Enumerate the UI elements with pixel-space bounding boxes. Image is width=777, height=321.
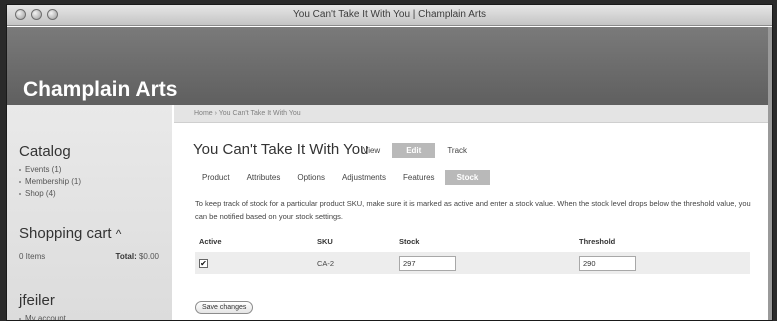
subtab-attributes[interactable]: Attributes [240,170,288,185]
threshold-cell [575,252,750,274]
catalog-item-membership[interactable]: Membership (1) [19,176,81,188]
save-changes-button[interactable]: Save changes [195,301,254,314]
table-row: ✔ CA-2 [195,252,750,274]
cart-summary: 0 Items Total: $0.00 [19,252,159,261]
site-name[interactable]: Champlain Arts [23,78,177,102]
title-bar: You Can't Take It With You | Champlain A… [7,5,772,26]
stock-help-text: To keep track of stock for a particular … [195,199,751,221]
subtab-adjustments[interactable]: Adjustments [335,170,393,185]
user-heading: jfeiler [19,292,55,309]
column-header-stock: Stock [399,237,420,246]
subtab-product[interactable]: Product [195,170,237,185]
scrollbar[interactable] [768,27,772,320]
tab-edit[interactable]: Edit [392,143,436,158]
secondary-tabs: Product Attributes Options Adjustments F… [195,170,491,185]
cart-total-value: $0.00 [138,252,159,261]
threshold-input[interactable] [579,255,636,271]
caret-up-icon[interactable]: ^ [116,227,122,241]
table-header-row: Active SKU Stock Threshold [195,231,750,252]
breadcrumb-bar: Home › You Can't Take It With You [174,105,772,123]
cart-total: Total: $0.00 [116,252,159,261]
catalog-list: Events (1) Membership (1) Shop (4) [19,164,81,200]
shopping-cart-block: Shopping cart ^ 0 Items Total: $0.00 [19,225,159,261]
shopping-cart-title: Shopping cart [19,225,112,242]
active-checkbox[interactable]: ✔ [199,258,208,268]
column-header-active: Active [199,237,222,246]
subtab-features[interactable]: Features [396,170,442,185]
sku-cell: CA-2 [313,252,395,274]
subtab-stock[interactable]: Stock [444,170,491,185]
catalog-heading: Catalog [19,143,71,160]
my-account-link[interactable]: My account [19,313,66,320]
page-title: You Can't Take It With You [193,141,369,158]
column-header-threshold: Threshold [579,237,616,246]
stock-input[interactable] [399,255,456,271]
tab-view[interactable]: View [357,143,386,158]
shopping-cart-heading[interactable]: Shopping cart ^ [19,225,159,242]
breadcrumb[interactable]: Home › You Can't Take It With You [194,110,301,117]
user-menu: My account [19,313,66,320]
catalog-block: Catalog Events (1) Membership (1) Shop (… [19,143,81,200]
tab-track[interactable]: Track [441,143,473,158]
stock-cell [395,252,575,274]
subtab-options[interactable]: Options [290,170,332,185]
user-block: jfeiler My account [19,292,66,320]
main-content: Home › You Can't Take It With You You Ca… [174,105,772,320]
cart-total-label: Total: [115,252,137,261]
column-header-sku: SKU [317,237,333,246]
sidebar: Catalog Events (1) Membership (1) Shop (… [7,105,172,320]
catalog-item-events[interactable]: Events (1) [19,164,81,176]
cart-item-count: 0 Items [19,252,46,261]
stock-table: Active SKU Stock Threshold ✔ CA-2 [195,231,750,274]
catalog-item-shop[interactable]: Shop (4) [19,188,81,200]
primary-tabs: View Edit Track [357,143,473,158]
browser-window: You Can't Take It With You | Champlain A… [6,4,773,321]
active-cell: ✔ [195,252,313,274]
window-title: You Can't Take It With You | Champlain A… [293,9,486,20]
